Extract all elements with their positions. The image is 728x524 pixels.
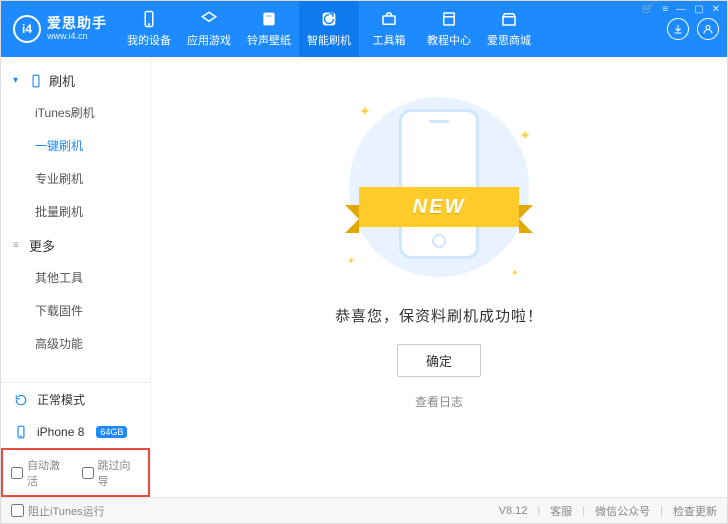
minimize-icon[interactable]: — bbox=[676, 4, 686, 15]
app-title: 爱思助手 bbox=[47, 16, 107, 31]
logo-badge: i4 bbox=[13, 15, 41, 43]
footer: 阻止iTunes运行 V8.12 | 客服 | 微信公众号 | 检查更新 bbox=[1, 497, 727, 523]
menu-icon[interactable]: ≡ bbox=[662, 4, 668, 15]
group-title: 更多 bbox=[29, 236, 55, 255]
new-ribbon: NEW bbox=[339, 187, 539, 235]
sidebar-group-flash[interactable]: ▾ 刷机 bbox=[1, 63, 150, 96]
sidebar-item-itunes-flash[interactable]: iTunes刷机 bbox=[1, 96, 150, 129]
flash-icon bbox=[320, 10, 338, 28]
sidebar-item-oneclick-flash[interactable]: 一键刷机 bbox=[1, 129, 150, 162]
wechat-link[interactable]: 微信公众号 bbox=[595, 503, 650, 519]
nav-label: 教程中心 bbox=[427, 32, 471, 48]
view-log-link[interactable]: 查看日志 bbox=[415, 393, 463, 410]
sidebar-group-more[interactable]: ≡ 更多 bbox=[1, 228, 150, 261]
storage-badge: 64GB bbox=[96, 426, 127, 438]
sidebar-item-advanced[interactable]: 高级功能 bbox=[1, 327, 150, 360]
expand-icon: ≡ bbox=[13, 240, 23, 251]
nav-store[interactable]: 爱思商城 bbox=[479, 1, 539, 57]
nav-label: 工具箱 bbox=[373, 32, 406, 48]
confirm-button[interactable]: 确定 bbox=[397, 344, 481, 377]
apps-icon bbox=[200, 10, 218, 28]
device-row[interactable]: iPhone 8 64GB bbox=[1, 416, 150, 448]
auto-activate-label: 自动激活 bbox=[27, 457, 70, 489]
nav-label: 铃声壁纸 bbox=[247, 32, 291, 48]
expand-icon: ▾ bbox=[13, 75, 23, 86]
phone-icon bbox=[13, 424, 29, 440]
group-title: 刷机 bbox=[49, 71, 75, 90]
sidebar-item-pro-flash[interactable]: 专业刷机 bbox=[1, 162, 150, 195]
toolbox-icon bbox=[380, 10, 398, 28]
block-itunes-label: 阻止iTunes运行 bbox=[28, 503, 105, 519]
support-link[interactable]: 客服 bbox=[550, 503, 572, 519]
phone-icon bbox=[29, 74, 43, 88]
sidebar: ▾ 刷机 iTunes刷机 一键刷机 专业刷机 批量刷机 ≡ 更多 其他工具 下… bbox=[1, 57, 151, 497]
nav-apps[interactable]: 应用游戏 bbox=[179, 1, 239, 57]
nav-label: 我的设备 bbox=[127, 32, 171, 48]
phone-icon bbox=[140, 10, 158, 28]
close-icon[interactable]: ✕ bbox=[712, 4, 720, 15]
nav-label: 智能刷机 bbox=[307, 32, 351, 48]
header: i4 爱思助手 www.i4.cn 我的设备 应用游戏 铃声壁纸 智能刷机 bbox=[1, 1, 727, 57]
status-mode-label: 正常模式 bbox=[37, 391, 85, 408]
main-panel: ✦ ✦ ✦ ✦ NEW 恭喜您，保资料刷机成功啦！ 确定 查看日志 bbox=[151, 57, 727, 497]
status-mode-row[interactable]: 正常模式 bbox=[1, 383, 150, 416]
maximize-icon[interactable]: ▢ bbox=[694, 4, 703, 15]
store-icon bbox=[500, 10, 518, 28]
book-icon bbox=[440, 10, 458, 28]
nav-ringtones[interactable]: 铃声壁纸 bbox=[239, 1, 299, 57]
sidebar-item-download-firmware[interactable]: 下载固件 bbox=[1, 294, 150, 327]
user-button[interactable] bbox=[697, 18, 719, 40]
nav-my-device[interactable]: 我的设备 bbox=[119, 1, 179, 57]
skip-guide-checkbox[interactable]: 跳过向导 bbox=[82, 457, 141, 489]
nav-toolbox[interactable]: 工具箱 bbox=[359, 1, 419, 57]
version-label: V8.12 bbox=[499, 505, 528, 517]
window-controls: 🛒 ≡ — ▢ ✕ bbox=[642, 4, 720, 15]
phone-graphic bbox=[399, 109, 479, 259]
app-subtitle: www.i4.cn bbox=[47, 32, 107, 42]
skip-guide-input[interactable] bbox=[82, 467, 94, 479]
music-icon bbox=[260, 10, 278, 28]
download-button[interactable] bbox=[667, 18, 689, 40]
top-nav: 我的设备 应用游戏 铃声壁纸 智能刷机 工具箱 教程中心 bbox=[119, 1, 659, 57]
cart-icon[interactable]: 🛒 bbox=[642, 4, 654, 15]
sidebar-item-batch-flash[interactable]: 批量刷机 bbox=[1, 195, 150, 228]
skip-guide-label: 跳过向导 bbox=[98, 457, 141, 489]
sidebar-item-other-tools[interactable]: 其他工具 bbox=[1, 261, 150, 294]
nav-label: 应用游戏 bbox=[187, 32, 231, 48]
nav-flash[interactable]: 智能刷机 bbox=[299, 1, 359, 57]
nav-label: 爱思商城 bbox=[487, 32, 531, 48]
success-message: 恭喜您，保资料刷机成功啦！ bbox=[335, 305, 543, 326]
ribbon-text: NEW bbox=[359, 187, 519, 227]
refresh-icon bbox=[13, 392, 29, 408]
auto-activate-input[interactable] bbox=[11, 467, 23, 479]
block-itunes-input[interactable] bbox=[11, 504, 24, 517]
block-itunes-checkbox[interactable]: 阻止iTunes运行 bbox=[11, 503, 105, 519]
logo: i4 爱思助手 www.i4.cn bbox=[1, 1, 119, 57]
auto-activate-checkbox[interactable]: 自动激活 bbox=[11, 457, 70, 489]
nav-tutorials[interactable]: 教程中心 bbox=[419, 1, 479, 57]
device-name: iPhone 8 bbox=[37, 425, 84, 439]
success-illustration: ✦ ✦ ✦ ✦ NEW bbox=[329, 87, 549, 287]
options-row: 自动激活 跳过向导 bbox=[1, 448, 150, 497]
check-update-link[interactable]: 检查更新 bbox=[673, 503, 717, 519]
